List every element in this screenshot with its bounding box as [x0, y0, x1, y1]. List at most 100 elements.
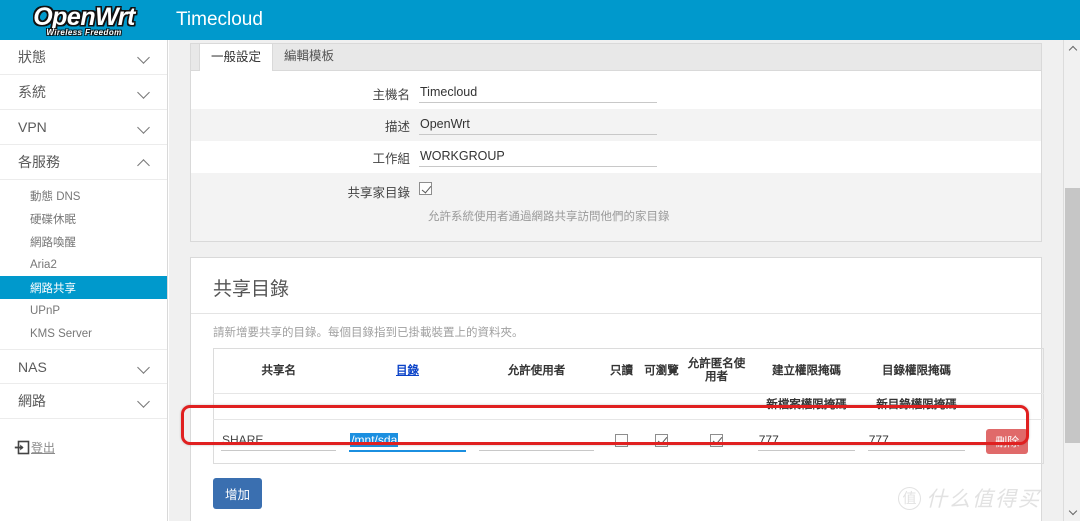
col-browseable: 可瀏覽	[641, 348, 682, 394]
chevron-down-icon	[139, 86, 151, 98]
sidebar-subitem-label: 硬碟休眠	[30, 213, 76, 226]
form-row-workgroup: 工作組	[191, 141, 1041, 173]
add-share-button[interactable]: 增加	[213, 478, 263, 509]
shares-section-description: 請新增要共享的目錄。每個目錄指到已掛載裝置上的資料夾。	[213, 327, 524, 339]
sub-browseable	[641, 393, 682, 420]
form-row-home-share: 共享家目錄 允許系統使用者通過網路共享訪問他們的家目錄	[191, 173, 1041, 233]
col-share-name: 共享名	[213, 348, 344, 394]
sidebar-item-label: 狀態	[18, 49, 46, 65]
sidebar-item-nas[interactable]: NAS	[0, 349, 167, 384]
cell-read-only	[602, 420, 642, 464]
sidebar-item-kms-server[interactable]: KMS Server	[0, 322, 167, 345]
description-input[interactable]	[419, 115, 657, 135]
delete-share-button[interactable]: 刪除	[986, 429, 1029, 454]
sub-allowed-users	[471, 393, 602, 420]
cell-allowed-users	[472, 420, 602, 464]
vertical-scrollbar[interactable]	[1063, 40, 1080, 521]
tab-bar: 一般設定 編輯模板	[191, 44, 1041, 71]
scroll-up-arrow[interactable]	[1064, 40, 1080, 57]
sidebar-item-label: VPN	[18, 119, 47, 135]
sidebar-item-upnp[interactable]: UPnP	[0, 299, 167, 322]
sidebar-item-aria2[interactable]: Aria2	[0, 253, 167, 276]
logo-tagline: Wireless Freedom	[46, 27, 122, 37]
sidebar-item-hdd-idle[interactable]: 硬碟休眠	[0, 207, 167, 230]
cell-actions: 刪除	[972, 420, 1044, 464]
cell-directory: /mnt/sda	[344, 420, 472, 464]
sidebar-item-label: 各服務	[18, 154, 60, 170]
sub-directory	[343, 393, 472, 420]
home-share-checkbox[interactable]	[419, 182, 432, 195]
tab-edit-template[interactable]: 編輯模板	[273, 43, 345, 70]
col-allowed-users: 允許使用者	[471, 348, 602, 394]
sidebar-item-label: NAS	[18, 358, 47, 375]
read-only-checkbox[interactable]	[615, 433, 628, 447]
sidebar-item-system[interactable]: 系統	[0, 75, 167, 110]
sub-allow-guests	[681, 393, 752, 420]
directory-header-link[interactable]: 目錄	[396, 365, 419, 377]
sub-create-mask: 新檔案權限掩碼	[751, 393, 862, 420]
sub-share-name	[213, 393, 344, 420]
settings-form: 主機名 描述 工作組 共享家目錄 允許系統使用者通過網路共享訪問他們的家目錄	[191, 71, 1041, 241]
chevron-down-icon	[139, 121, 151, 133]
openwrt-logo[interactable]: OpenWrt Wireless Freedom	[0, 0, 168, 40]
chevron-up-icon	[139, 156, 151, 168]
shares-section-title: 共享目錄	[191, 258, 1041, 314]
sidebar-subitem-label: 動態 DNS	[30, 190, 81, 203]
form-row-hostname: 主機名	[191, 77, 1041, 109]
logout-icon	[14, 440, 30, 455]
sidebar-subitem-label: 網路共享	[30, 282, 76, 295]
sub-actions	[971, 393, 1044, 420]
table-header-row: 共享名 目錄 允許使用者 只讀 可瀏覽 允許匿名使用者 建立權限掩碼 目錄權限掩…	[213, 348, 1044, 394]
table-subheader-row: 新檔案權限掩碼 新目錄權限掩碼	[213, 393, 1044, 420]
allow-guests-checkbox[interactable]	[710, 433, 723, 447]
create-mask-input[interactable]	[757, 432, 856, 451]
directory-input[interactable]: /mnt/sda	[349, 432, 466, 452]
col-directory: 目錄	[343, 348, 472, 394]
sidebar-item-label: 網路	[18, 393, 46, 409]
sidebar-item-network[interactable]: 網路	[0, 384, 167, 419]
cell-allow-guests	[682, 420, 752, 464]
cell-share-name	[214, 420, 344, 464]
shares-table: 共享名 目錄 允許使用者 只讀 可瀏覽 允許匿名使用者 建立權限掩碼 目錄權限掩…	[213, 348, 1044, 464]
browseable-checkbox[interactable]	[655, 433, 668, 447]
allowed-users-input[interactable]	[478, 432, 595, 451]
shared-directories-panel: 共享目錄 請新增要共享的目錄。每個目錄指到已掛載裝置上的資料夾。 共享名 目錄 …	[190, 257, 1044, 521]
col-dir-mask: 目錄權限掩碼	[861, 348, 972, 394]
col-read-only: 只讀	[601, 348, 642, 394]
form-row-description: 描述	[191, 109, 1041, 141]
sidebar-item-vpn[interactable]: VPN	[0, 110, 167, 145]
chevron-down-icon	[139, 395, 151, 407]
scroll-down-arrow[interactable]	[1064, 504, 1080, 521]
sidebar-subitem-label: UPnP	[30, 304, 61, 317]
col-allow-guests: 允許匿名使用者	[681, 348, 752, 394]
logout-button[interactable]: 登出	[0, 439, 167, 456]
watermark-text: 什么值得买	[926, 487, 1041, 511]
sidebar-item-wake-on-lan[interactable]: 網路喚醒	[0, 230, 167, 253]
watermark-badge: 值	[898, 486, 921, 510]
scrollbar-thumb[interactable]	[1065, 188, 1080, 443]
hostname-input[interactable]	[419, 83, 657, 103]
col-actions	[971, 348, 1044, 394]
chevron-down-icon	[139, 361, 151, 373]
directory-selected-text: /mnt/sda	[350, 432, 399, 447]
workgroup-input[interactable]	[419, 147, 657, 167]
sub-dir-mask: 新目錄權限掩碼	[861, 393, 972, 420]
table-row: /mnt/sda	[214, 420, 1044, 464]
sidebar-item-status[interactable]: 狀態	[0, 40, 167, 75]
tab-general-settings[interactable]: 一般設定	[199, 44, 274, 71]
sidebar-item-services[interactable]: 各服務	[0, 145, 167, 180]
sidebar: 狀態 系統 VPN 各服務 動態 DNS 硬碟休眠 網路喚醒 Aria2 網路共…	[0, 40, 168, 521]
cell-create-mask	[752, 420, 862, 464]
col-create-mask: 建立權限掩碼	[751, 348, 862, 394]
form-bottom-spacer	[191, 233, 1041, 241]
sidebar-subitem-label: KMS Server	[30, 327, 92, 340]
dir-mask-input[interactable]	[867, 432, 966, 451]
sidebar-item-ddns[interactable]: 動態 DNS	[0, 184, 167, 207]
main-content: 一般設定 編輯模板 主機名 描述 工作組 共享家目錄	[169, 40, 1063, 521]
sidebar-item-network-shares[interactable]: 網路共享	[0, 276, 167, 299]
watermark: 值 什么值得买	[898, 483, 1041, 513]
sub-read-only	[601, 393, 642, 420]
browser-page: OpenWrt Wireless Freedom Timecloud 狀態 系統…	[0, 0, 1080, 521]
share-name-input[interactable]	[221, 432, 337, 451]
hostname-label: 主機名	[372, 87, 410, 102]
